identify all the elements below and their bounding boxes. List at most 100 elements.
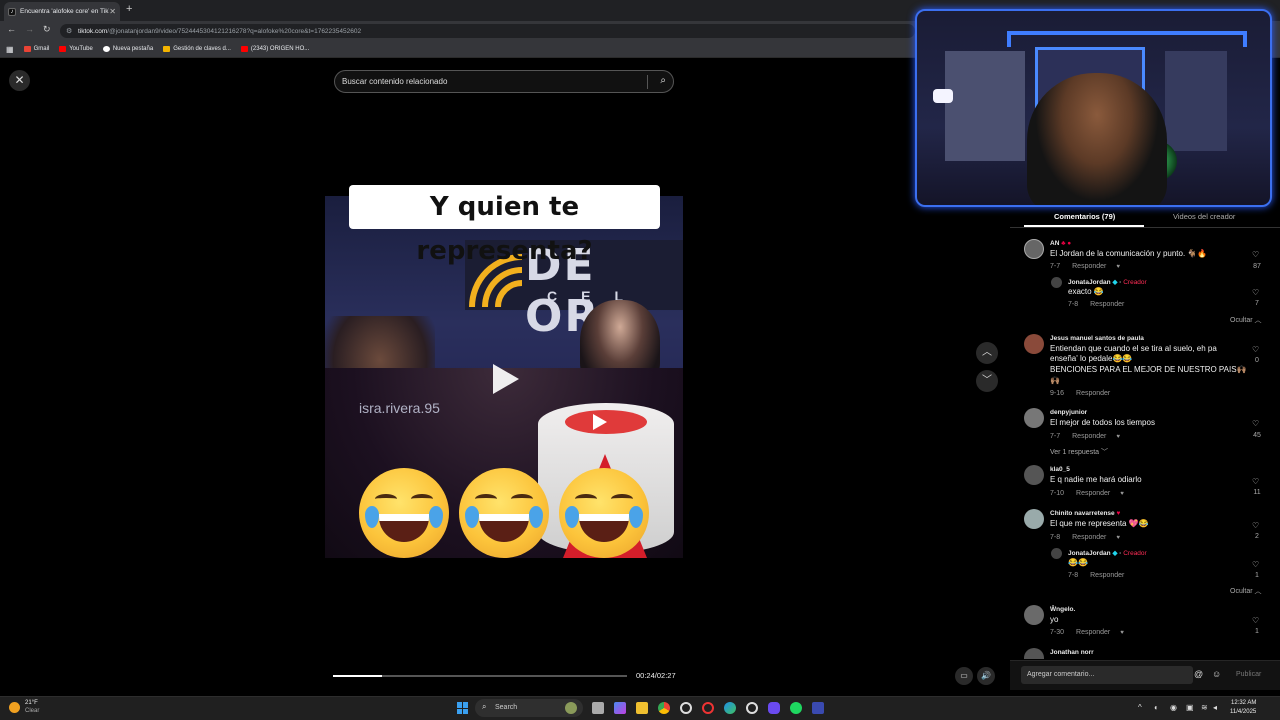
comment-username[interactable]: JonataJordan ◆ · Creador (1068, 278, 1147, 286)
heart-icon[interactable]: ♡ (1252, 345, 1259, 354)
tray-app-icon[interactable]: ◐ (1154, 703, 1159, 712)
volume-icon[interactable]: ◂ (1213, 703, 1217, 712)
previous-video-button[interactable]: ︿ (976, 342, 998, 364)
avatar[interactable] (1024, 509, 1044, 529)
like-heart-icon[interactable]: ♥ (1116, 535, 1120, 541)
site-info-icon[interactable]: ⚙ (66, 27, 72, 35)
reply-button[interactable]: Responder (1072, 534, 1106, 541)
heart-icon[interactable]: ♡ (1252, 521, 1259, 530)
file-explorer-icon[interactable] (636, 702, 648, 714)
avatar[interactable] (1051, 277, 1062, 288)
reply-button[interactable]: Responder (1090, 572, 1124, 579)
forward-icon[interactable]: → (25, 24, 34, 34)
avatar[interactable] (1024, 408, 1044, 428)
reply-button[interactable]: Responder (1076, 490, 1110, 497)
heart-icon[interactable]: ♡ (1252, 560, 1259, 569)
video-caption: Y quien te representa? (349, 185, 660, 266)
bookmark-new-tab[interactable]: Nueva pestaña (102, 46, 153, 52)
app-icon[interactable] (812, 702, 824, 714)
close-video-button[interactable]: ✕ (9, 70, 30, 91)
browser-tab[interactable]: ♪ Encuentra 'alofoke core' en TikTok ✕ (4, 2, 120, 21)
bookmark-gmail[interactable]: Gmail (23, 46, 49, 52)
windows-start-icon[interactable] (457, 702, 469, 714)
globe-icon (102, 46, 110, 52)
weather-condition[interactable]: Clear (25, 708, 39, 714)
tray-app-icon[interactable]: ◉ (1170, 703, 1177, 712)
comment-username[interactable]: Jesus manuel santos de paula (1050, 335, 1144, 342)
search-placeholder: Buscar contenido relacionado (342, 77, 448, 86)
play-icon[interactable] (493, 364, 519, 394)
avatar[interactable] (1024, 465, 1044, 485)
avatar[interactable] (1024, 605, 1044, 625)
opera-icon[interactable] (702, 702, 714, 714)
related-search-input[interactable]: Buscar contenido relacionado ⌕ (334, 70, 674, 93)
reply-button[interactable]: Responder (1072, 433, 1106, 440)
next-video-button[interactable]: ﹀ (976, 370, 998, 392)
reply-button[interactable]: Responder (1072, 263, 1106, 270)
discord-icon[interactable] (768, 702, 780, 714)
heart-icon[interactable]: ♡ (1252, 616, 1259, 625)
bookmark-password-manager[interactable]: Gestión de claves d... (163, 46, 231, 52)
search-icon[interactable]: ⌕ (660, 75, 666, 86)
heart-icon[interactable]: ♡ (1252, 477, 1259, 486)
like-heart-icon[interactable]: ♥ (1120, 491, 1124, 497)
comment-input[interactable]: Agregar comentario... (1021, 666, 1193, 684)
reply-button[interactable]: Responder (1076, 629, 1110, 636)
weather-temp[interactable]: 21°F (25, 700, 38, 706)
hide-replies-button[interactable]: Ocultar ︿ (1230, 586, 1262, 596)
like-heart-icon[interactable]: ♥ (1116, 434, 1120, 440)
comment-username[interactable]: JonataJordan ◆ · Creador (1068, 549, 1147, 557)
tray-app-icon[interactable]: ▣ (1186, 703, 1194, 712)
chevron-up-icon[interactable]: ^ (1138, 703, 1142, 712)
tab-creator-videos[interactable]: Videos del creador (1173, 212, 1235, 221)
reply-button[interactable]: Responder (1076, 390, 1110, 397)
settings-icon[interactable] (680, 702, 692, 714)
play-logo-triangle (593, 414, 607, 430)
comment-username[interactable]: AN ♣ ● (1050, 240, 1071, 247)
clock-time[interactable]: 12:32 AM (1231, 700, 1256, 706)
back-icon[interactable]: ← (7, 24, 16, 34)
bookmark-youtube[interactable]: YouTube (59, 46, 93, 52)
chrome-icon[interactable] (658, 702, 670, 714)
volume-icon[interactable]: 🔊 (977, 667, 995, 685)
comment-username[interactable]: Ŵngelo. (1050, 606, 1075, 613)
hide-replies-button[interactable]: Ocultar ︿ (1230, 315, 1262, 325)
comment-username[interactable]: kla0_5 (1050, 466, 1070, 473)
comment-meta: 7-8 Responder (1068, 572, 1125, 579)
heart-icon[interactable]: ♡ (1252, 419, 1259, 428)
apps-icon[interactable]: ▦ (6, 45, 14, 54)
edge-icon[interactable] (724, 702, 736, 714)
mention-icon[interactable]: @ (1194, 669, 1203, 679)
reload-icon[interactable]: ↻ (43, 24, 51, 35)
emoji-icon[interactable]: ☺ (1212, 669, 1221, 679)
new-tab-button[interactable]: + (126, 3, 132, 15)
avatar[interactable] (1051, 548, 1062, 559)
weather-icon[interactable] (9, 702, 20, 713)
tab-comments[interactable]: Comentarios (79) (1054, 212, 1115, 221)
avatar[interactable] (1024, 239, 1044, 259)
like-heart-icon[interactable]: ♥ (1116, 264, 1120, 270)
publish-button[interactable]: Publicar (1236, 671, 1261, 678)
url-bar[interactable]: ⚙ tiktok.com/@jonatanjordan9/video/75244… (60, 24, 915, 38)
like-heart-icon[interactable]: ♥ (1120, 630, 1124, 636)
clock-date[interactable]: 11/4/2025 (1230, 709, 1256, 715)
avatar[interactable] (1024, 334, 1044, 354)
avatar[interactable] (1024, 648, 1044, 659)
bookmark-origen[interactable]: (2343) ORIGEN HO... (240, 46, 309, 52)
reply-button[interactable]: Responder (1090, 301, 1124, 308)
search-highlight-icon[interactable] (565, 702, 577, 714)
task-view-icon[interactable] (592, 702, 604, 714)
close-tab-icon[interactable]: ✕ (109, 7, 116, 16)
comment-username[interactable]: denpyjunior (1050, 409, 1087, 416)
comment-username[interactable]: Chinito navarretense ♥ (1050, 510, 1120, 517)
spotify-icon[interactable] (790, 702, 802, 714)
like-count: 1 (1255, 628, 1259, 635)
app-icon[interactable] (746, 702, 758, 714)
view-replies-button[interactable]: Ver 1 respuesta ﹀ (1050, 447, 1108, 457)
heart-icon[interactable]: ♡ (1252, 288, 1259, 297)
wifi-icon[interactable]: ≋ (1201, 703, 1208, 712)
heart-icon[interactable]: ♡ (1252, 250, 1259, 259)
copilot-icon[interactable] (614, 702, 626, 714)
captions-icon[interactable]: ▭ (955, 667, 973, 685)
comment-username[interactable]: Jonathan norr (1050, 649, 1094, 656)
